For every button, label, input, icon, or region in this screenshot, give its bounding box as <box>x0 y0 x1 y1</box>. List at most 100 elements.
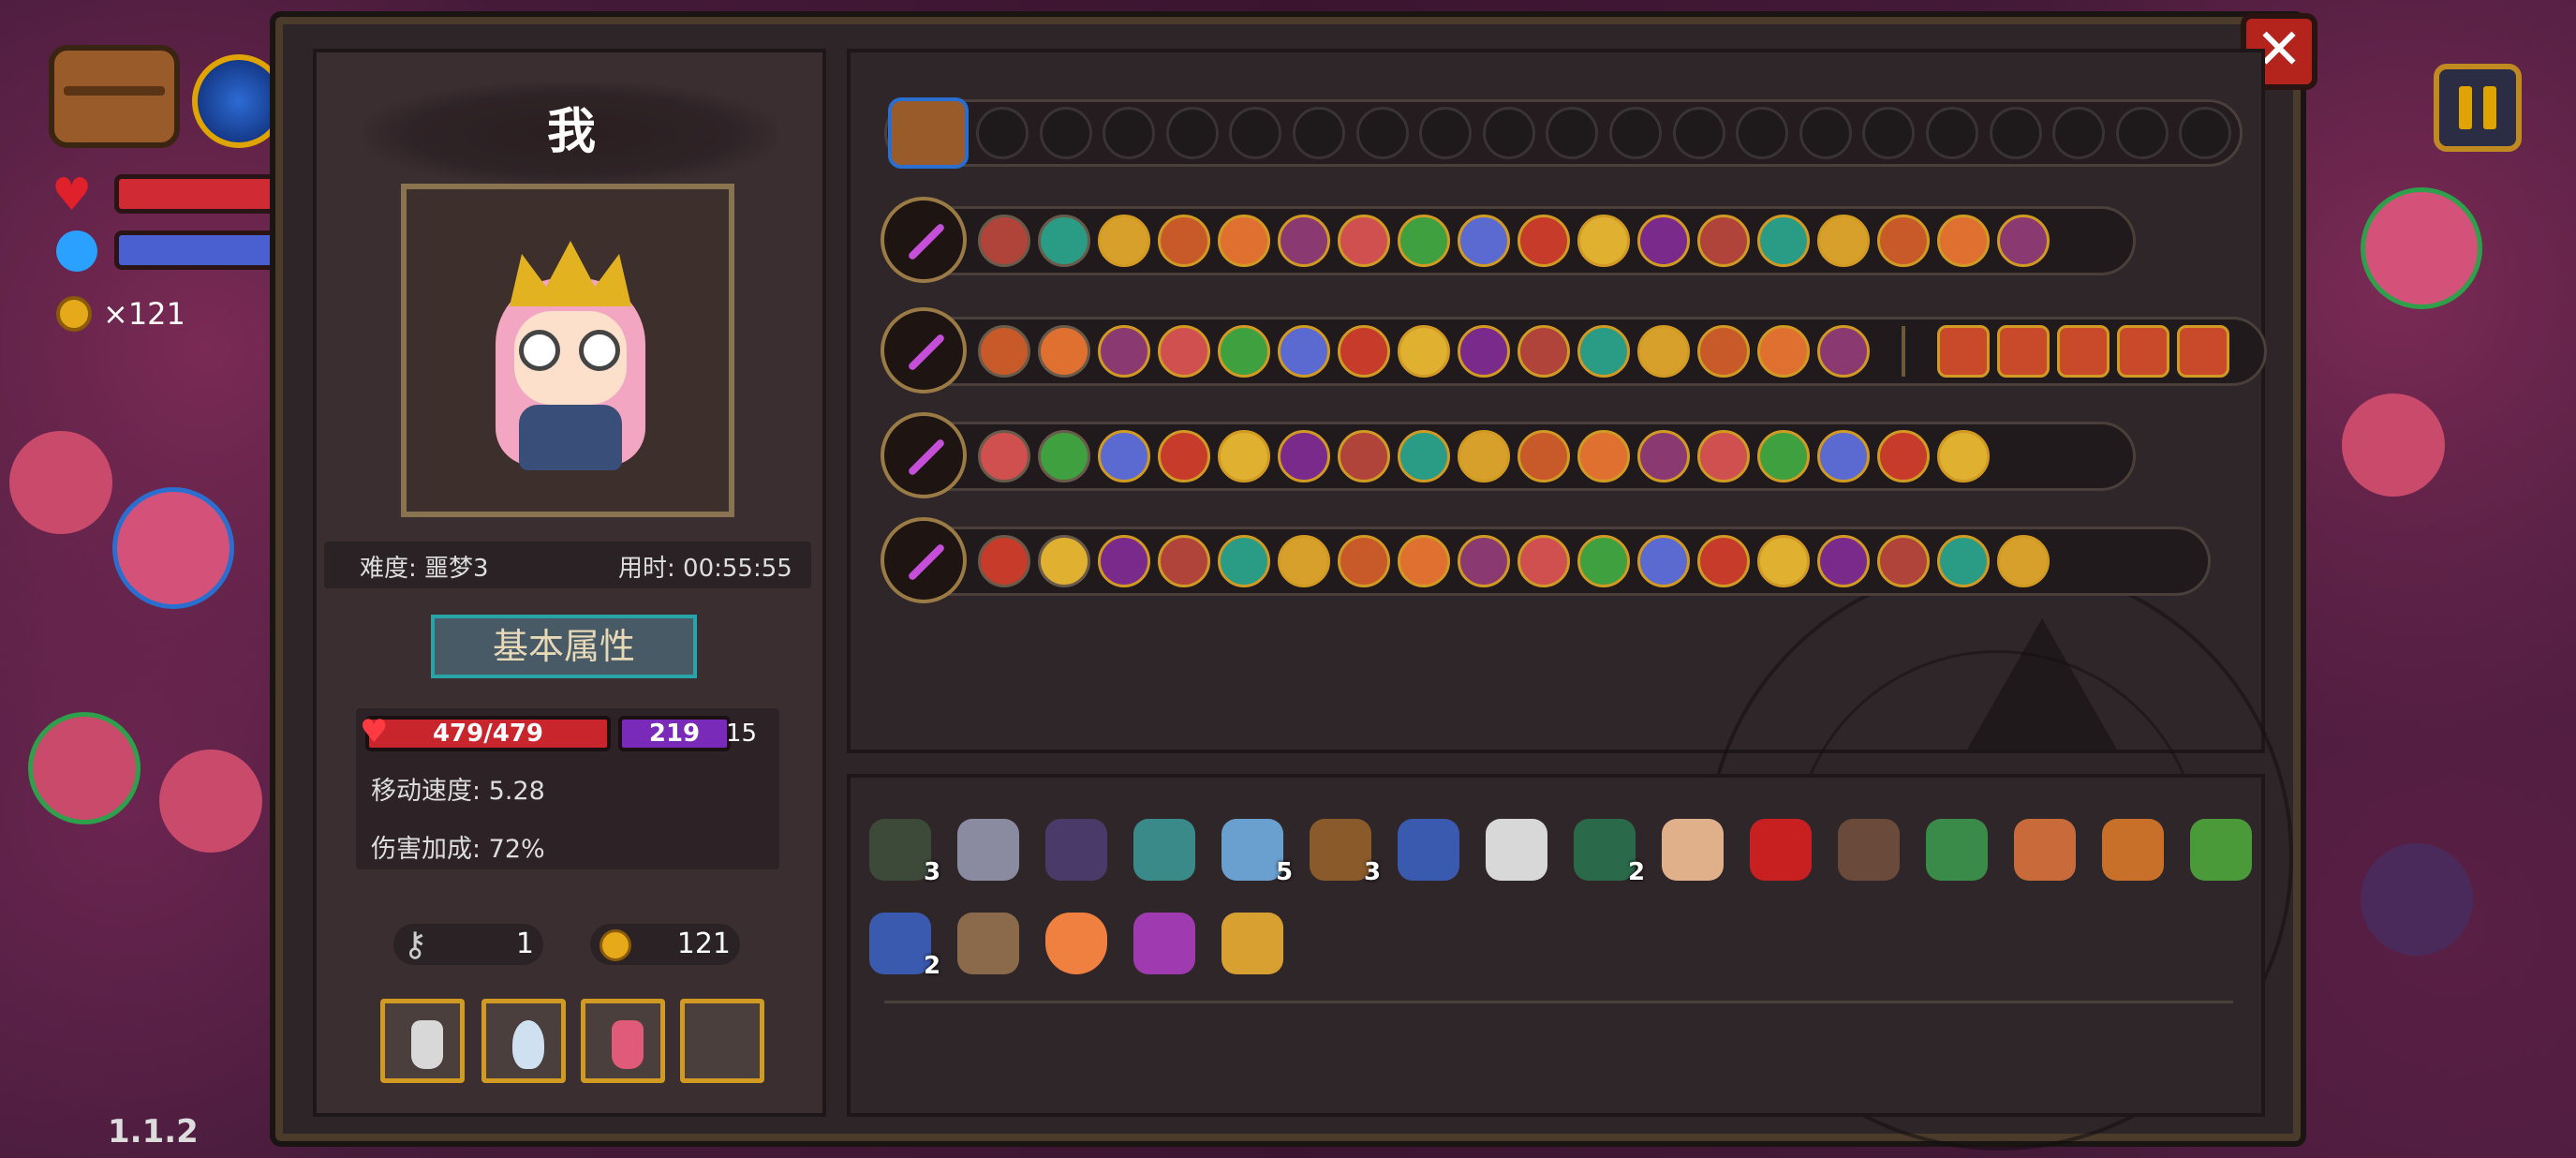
weapon-mod-icon[interactable] <box>1517 430 1570 482</box>
potion-slot[interactable] <box>581 999 665 1083</box>
tablet-icon[interactable] <box>957 913 1019 974</box>
cloak-icon[interactable] <box>869 819 931 881</box>
weapon-mod-icon[interactable] <box>1278 430 1330 482</box>
weapon-mod-icon[interactable] <box>1877 215 1930 267</box>
weapon-mod-icon[interactable] <box>1458 215 1510 267</box>
weapon-mod-icon[interactable] <box>1278 325 1330 378</box>
linked-mod-icon[interactable] <box>1997 325 2050 378</box>
weapon-mod-icon[interactable] <box>1098 325 1150 378</box>
empty-bag-slot[interactable] <box>1229 107 1282 159</box>
weapon-mod-icon[interactable] <box>1458 535 1510 587</box>
amulet-icon[interactable] <box>2190 819 2252 881</box>
weapon-mod-icon[interactable] <box>1697 430 1750 482</box>
weapon-mod-icon[interactable] <box>1997 215 2050 267</box>
weapon-mod-icon[interactable] <box>978 430 1030 482</box>
weapon-mod-icon[interactable] <box>1517 535 1570 587</box>
empty-bag-slot[interactable] <box>1989 107 2042 159</box>
glove-icon[interactable] <box>869 913 931 974</box>
helmet-icon[interactable] <box>1926 819 1988 881</box>
empty-bag-slot[interactable] <box>1736 107 1789 159</box>
heart-icon[interactable] <box>1045 913 1107 974</box>
weapon-mod-icon[interactable] <box>1098 535 1150 587</box>
weapon-mod-icon[interactable] <box>978 535 1030 587</box>
ear-icon[interactable] <box>1662 819 1724 881</box>
slime-icon[interactable] <box>1221 819 1283 881</box>
empty-bag-slot[interactable] <box>1355 107 1409 159</box>
empty-bag-slot[interactable] <box>1799 107 1852 159</box>
linked-mod-icon[interactable] <box>2057 325 2110 378</box>
weapon-mod-icon[interactable] <box>1338 215 1390 267</box>
weapon-mod-icon[interactable] <box>1158 325 1210 378</box>
weapon-mod-icon[interactable] <box>1877 535 1930 587</box>
red-eye-icon[interactable] <box>1750 819 1812 881</box>
leaf-icon[interactable] <box>1221 913 1283 974</box>
empty-bag-slot[interactable] <box>1419 107 1473 159</box>
weapon-icon[interactable] <box>881 517 967 603</box>
inventory-bag-button[interactable] <box>49 45 180 148</box>
armor-icon[interactable] <box>1838 819 1900 881</box>
weapon-mod-icon[interactable] <box>1757 535 1810 587</box>
weapon-mod-icon[interactable] <box>1098 430 1150 482</box>
weapon-mod-icon[interactable] <box>1937 430 1990 482</box>
bandana-icon[interactable] <box>1574 819 1636 881</box>
empty-bag-slot[interactable] <box>1165 107 1219 159</box>
weapon-mod-icon[interactable] <box>1038 215 1090 267</box>
weapon-mod-icon[interactable] <box>1817 430 1870 482</box>
weapon-mod-icon[interactable] <box>978 215 1030 267</box>
arrow-icon[interactable] <box>2014 819 2076 881</box>
linked-mod-icon[interactable] <box>1937 325 1990 378</box>
empty-bag-slot[interactable] <box>2052 107 2106 159</box>
weapon-mod-icon[interactable] <box>1158 215 1210 267</box>
weapon-mod-icon[interactable] <box>1338 535 1390 587</box>
glasses-icon[interactable] <box>1486 819 1547 881</box>
weapon-mod-icon[interactable] <box>1757 215 1810 267</box>
empty-bag-slot[interactable] <box>1926 107 1978 159</box>
weapon-mod-icon[interactable] <box>1338 325 1390 378</box>
weapon-mod-icon[interactable] <box>1937 535 1990 587</box>
weapon-mod-icon[interactable] <box>1038 325 1090 378</box>
empty-bag-slot[interactable] <box>1039 107 1092 159</box>
potion-slot[interactable] <box>481 999 566 1083</box>
weapon-mod-icon[interactable] <box>1637 215 1690 267</box>
weapon-mod-icon[interactable] <box>1637 430 1690 482</box>
weapon-icon[interactable] <box>881 412 967 498</box>
claw-icon[interactable] <box>957 819 1019 881</box>
weapon-mod-icon[interactable] <box>1458 325 1510 378</box>
weapon-mod-icon[interactable] <box>1038 535 1090 587</box>
scarf-icon[interactable] <box>1133 913 1195 974</box>
empty-bag-slot[interactable] <box>1482 107 1535 159</box>
weapon-mod-icon[interactable] <box>1218 325 1270 378</box>
weapon-mod-icon[interactable] <box>1937 215 1990 267</box>
weapon-mod-icon[interactable] <box>1458 430 1510 482</box>
weapon-mod-icon[interactable] <box>1158 430 1210 482</box>
weapon-mod-icon[interactable] <box>1817 325 1870 378</box>
orb-stand-icon[interactable] <box>1398 819 1459 881</box>
weapon-icon[interactable] <box>881 197 967 283</box>
empty-bag-slot[interactable] <box>1546 107 1599 159</box>
weapon-mod-icon[interactable] <box>978 325 1030 378</box>
dice-icon[interactable] <box>1133 819 1195 881</box>
weapon-mod-icon[interactable] <box>1398 325 1450 378</box>
empty-bag-slot[interactable] <box>2115 107 2169 159</box>
weapon-mod-icon[interactable] <box>1757 430 1810 482</box>
weapon-mod-icon[interactable] <box>1398 430 1450 482</box>
weapon-mod-icon[interactable] <box>1997 535 2050 587</box>
bag-icon[interactable] <box>888 97 969 169</box>
weapon-mod-icon[interactable] <box>1817 535 1870 587</box>
weapon-mod-icon[interactable] <box>1517 325 1570 378</box>
weapon-mod-icon[interactable] <box>1697 215 1750 267</box>
linked-mod-icon[interactable] <box>2177 325 2229 378</box>
weapon-mod-icon[interactable] <box>1218 430 1270 482</box>
empty-bag-slot[interactable] <box>2179 107 2232 159</box>
weapon-mod-icon[interactable] <box>1577 430 1630 482</box>
weapon-mod-icon[interactable] <box>1697 535 1750 587</box>
empty-bag-slot[interactable] <box>976 107 1029 159</box>
weapon-icon[interactable] <box>881 307 967 393</box>
weapon-mod-icon[interactable] <box>1577 535 1630 587</box>
potion-slot-empty[interactable] <box>680 999 764 1083</box>
empty-bag-slot[interactable] <box>1609 107 1662 159</box>
weapon-mod-icon[interactable] <box>1218 215 1270 267</box>
pickaxe-icon[interactable] <box>1310 819 1371 881</box>
weapon-mod-icon[interactable] <box>1158 535 1210 587</box>
weapon-mod-icon[interactable] <box>1338 430 1390 482</box>
